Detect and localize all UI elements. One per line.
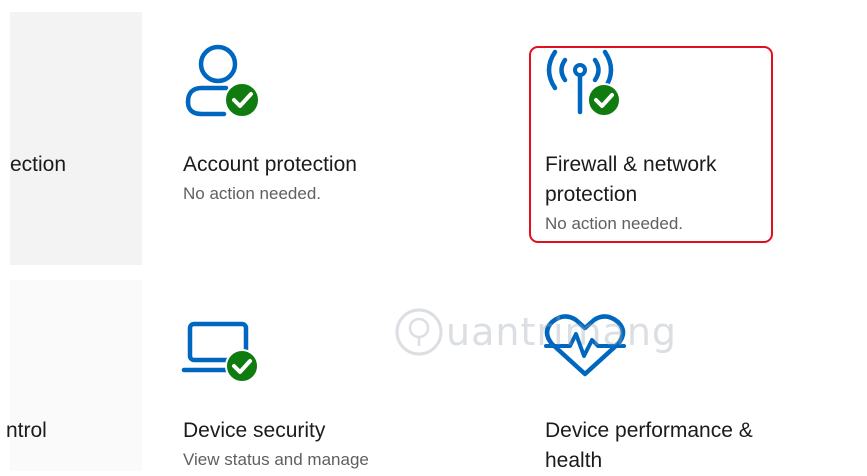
partial-tile-title-bottom: ntrol [6, 419, 47, 442]
watermark-bulb-icon [395, 308, 443, 356]
watermark-text: uantrimang [446, 310, 678, 354]
account-protection-status: No action needed. [183, 184, 321, 203]
device-performance-title-line1: Device performance & [545, 419, 753, 442]
firewall-highlight-frame [529, 46, 773, 243]
partial-tile-title-top: ection [10, 153, 67, 176]
tile-partial-top[interactable] [10, 12, 142, 265]
device-performance-title-line2: health [545, 449, 603, 472]
watermark-logo: uantrimang [394, 304, 676, 364]
device-security-status: View status and manage [183, 450, 369, 469]
device-security-title: Device security [183, 419, 326, 442]
account-check-icon [185, 44, 260, 118]
account-protection-title: Account protection [183, 153, 357, 176]
laptop-check-icon [181, 321, 259, 383]
